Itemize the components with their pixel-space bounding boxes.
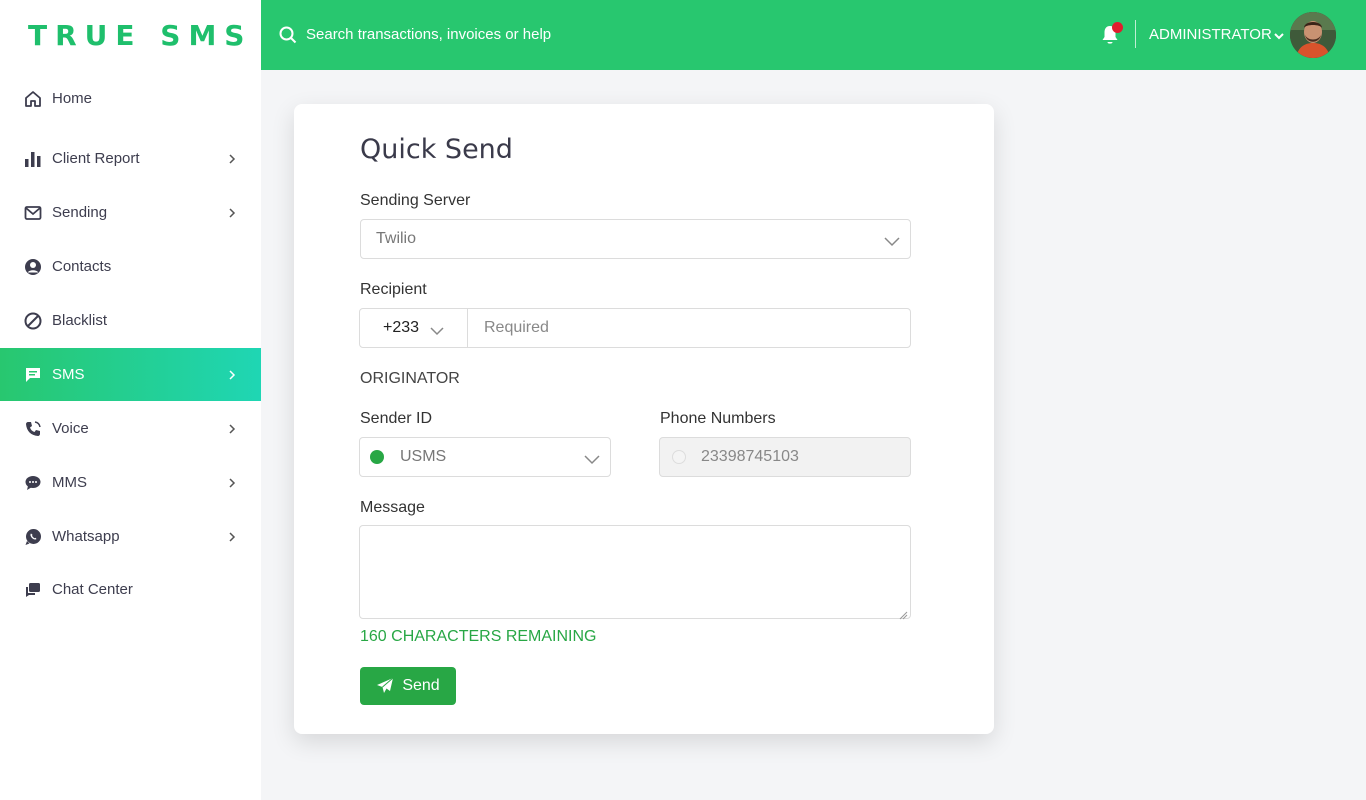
sidebar: TRUE SMS Home Client Report Sending Cont… xyxy=(0,0,261,800)
chevron-down-icon xyxy=(884,234,900,247)
chevron-right-icon xyxy=(227,207,237,218)
sidebar-item-label: SMS xyxy=(52,366,85,383)
avatar[interactable] xyxy=(1290,12,1336,58)
send-label: Send xyxy=(402,677,440,694)
country-code-select[interactable]: +233 xyxy=(360,309,468,347)
bar-chart-icon xyxy=(24,150,42,168)
chevron-right-icon xyxy=(227,423,237,434)
phone-number-value: 23398745103 xyxy=(701,448,799,465)
sender-id-label: Sender ID xyxy=(360,410,433,427)
sidebar-item-label: Client Report xyxy=(52,150,140,167)
send-button[interactable]: Send xyxy=(360,667,456,705)
sidebar-item-chat-center[interactable]: Chat Center xyxy=(0,563,261,616)
country-code-value: +233 xyxy=(383,319,420,336)
sidebar-item-label: Sending xyxy=(52,204,108,221)
characters-remaining: 160 CHARACTERS REMAINING xyxy=(360,628,597,645)
sidebar-item-label: Contacts xyxy=(52,258,112,275)
sidebar-item-whatsapp[interactable]: Whatsapp xyxy=(0,510,261,563)
user-circle-icon xyxy=(24,258,42,276)
sidebar-item-label: Home xyxy=(52,90,93,107)
sending-server-select[interactable]: Twilio xyxy=(360,219,911,259)
sidebar-item-sms[interactable]: SMS xyxy=(0,348,261,401)
chevron-down-icon xyxy=(430,323,444,336)
sidebar-item-mms[interactable]: MMS xyxy=(0,456,261,509)
sender-id-select[interactable]: USMS xyxy=(359,437,611,477)
phone-numbers-label: Phone Numbers xyxy=(660,410,776,427)
originator-heading: ORIGINATOR xyxy=(360,370,460,387)
home-icon xyxy=(24,90,42,108)
chat-box-icon xyxy=(24,581,42,599)
resize-handle-icon[interactable] xyxy=(899,607,908,620)
topbar: Search transactions, invoices or help AD… xyxy=(261,0,1366,70)
recipient-input[interactable]: Required xyxy=(484,319,549,337)
sidebar-item-blacklist[interactable]: Blacklist xyxy=(0,294,261,347)
notification-badge xyxy=(1112,22,1123,33)
page-title: Quick Send xyxy=(360,134,513,165)
message-label: Message xyxy=(360,499,425,516)
brand-logo[interactable]: TRUE SMS xyxy=(0,0,261,70)
recipient-label: Recipient xyxy=(360,281,427,298)
message-icon xyxy=(24,366,42,384)
search-icon[interactable] xyxy=(279,26,297,44)
status-dot xyxy=(370,450,384,464)
phone-icon xyxy=(24,420,42,438)
sidebar-item-label: Blacklist xyxy=(52,312,108,329)
chevron-right-icon xyxy=(227,153,237,164)
search-input[interactable]: Search transactions, invoices or help xyxy=(306,26,551,43)
chevron-down-icon xyxy=(584,452,600,465)
sending-server-label: Sending Server xyxy=(360,192,471,209)
sending-server-value: Twilio xyxy=(376,230,417,247)
phone-number-option[interactable]: 23398745103 xyxy=(659,437,911,477)
sidebar-item-sending[interactable]: Sending xyxy=(0,186,261,239)
divider xyxy=(1135,20,1136,48)
quick-send-card: Quick Send Sending Server Twilio Recipie… xyxy=(294,104,994,734)
chat-bubble-icon xyxy=(24,474,42,492)
sidebar-item-voice[interactable]: Voice xyxy=(0,402,261,455)
chevron-right-icon xyxy=(227,477,237,488)
logo-text: TRUE SMS xyxy=(28,18,253,52)
recipient-group: +233 Required xyxy=(359,308,911,348)
whatsapp-icon xyxy=(24,528,42,546)
sidebar-item-client-report[interactable]: Client Report xyxy=(0,132,261,185)
sidebar-item-label: Chat Center xyxy=(52,581,133,598)
phone-number-radio[interactable] xyxy=(672,450,686,464)
sender-id-value: USMS xyxy=(400,448,447,465)
mail-icon xyxy=(24,204,42,222)
sidebar-item-label: Whatsapp xyxy=(52,528,120,545)
message-textarea[interactable] xyxy=(359,525,911,620)
paper-plane-icon xyxy=(376,677,394,695)
chevron-right-icon xyxy=(227,369,237,380)
sidebar-item-contacts[interactable]: Contacts xyxy=(0,240,261,293)
chevron-down-icon[interactable] xyxy=(1273,29,1285,41)
user-name[interactable]: ADMINISTRATOR xyxy=(1149,26,1272,43)
ban-icon xyxy=(24,312,42,330)
sidebar-item-label: Voice xyxy=(52,420,89,437)
sidebar-item-home[interactable]: Home xyxy=(0,72,261,125)
chevron-right-icon xyxy=(227,531,237,542)
sidebar-item-label: MMS xyxy=(52,474,87,491)
